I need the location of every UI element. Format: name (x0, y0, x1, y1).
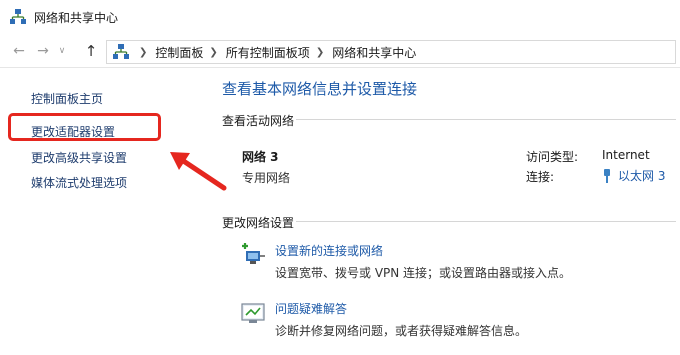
connection-name[interactable]: 以太网 3 (618, 167, 665, 184)
access-type-value: Internet (602, 148, 650, 162)
breadcrumb-separator-icon[interactable]: ❯ (209, 47, 217, 58)
sidebar-item-control-panel-home[interactable]: 控制面板主页 (31, 90, 103, 107)
new-connection-icon (242, 243, 265, 264)
back-arrow-icon[interactable]: ← (10, 42, 28, 60)
forward-arrow-icon[interactable]: → (34, 42, 52, 60)
network-center-icon (113, 44, 129, 59)
page-title: 查看基本网络信息并设置连接 (222, 80, 418, 98)
title-bar: 网络和共享中心 (0, 0, 680, 34)
setup-new-connection-link[interactable]: 设置新的连接或网络 (275, 242, 383, 259)
ethernet-icon (604, 168, 610, 183)
section-divider (296, 221, 676, 222)
window-title: 网络和共享中心 (34, 11, 119, 25)
breadcrumb-all-items[interactable]: 所有控制面板项 (226, 44, 310, 61)
task-new-connection: 设置新的连接或网络 设置宽带、拨号或 VPN 连接；或设置路由器或接入点。 (240, 242, 660, 282)
task-troubleshoot: 问题疑难解答 诊断并修复网络问题，或者获得疑难解答信息。 (240, 300, 660, 340)
connections-label: 连接: (526, 170, 555, 184)
active-networks-heading: 查看活动网络 (222, 114, 295, 128)
network-name: 网络 3 (242, 150, 279, 164)
connection-link[interactable]: 以太网 3 (602, 167, 665, 184)
network-center-icon (10, 9, 26, 24)
access-type-label: 访问类型: (526, 150, 579, 164)
troubleshoot-problems-link[interactable]: 问题疑难解答 (275, 300, 347, 317)
troubleshoot-icon (241, 303, 265, 323)
up-arrow-icon[interactable]: ↑ (82, 42, 100, 60)
breadcrumb-control-panel[interactable]: 控制面板 (155, 44, 203, 61)
sidebar: 控制面板主页 更改适配器设置 更改高级共享设置 媒体流式处理选项 (0, 68, 210, 355)
section-divider (296, 119, 676, 120)
task-description: 设置宽带、拨号或 VPN 连接；或设置路由器或接入点。 (275, 266, 572, 280)
address-bar[interactable]: ❯ 控制面板 ❯ 所有控制面板项 ❯ 网络和共享中心 (106, 40, 676, 64)
network-category[interactable]: 专用网络 (242, 169, 290, 186)
sidebar-item-advanced-sharing[interactable]: 更改高级共享设置 (31, 149, 127, 166)
breadcrumb-separator-icon[interactable]: ❯ (139, 47, 147, 58)
annotation-highlight-box (8, 113, 161, 141)
navigation-bar: ← → ∨ ↑ ❯ 控制面板 ❯ 所有控制面板项 ❯ 网络和共享中心 (0, 34, 680, 68)
breadcrumb-separator-icon[interactable]: ❯ (316, 47, 324, 58)
breadcrumb-network-center[interactable]: 网络和共享中心 (332, 44, 416, 61)
recent-locations-chevron-icon[interactable]: ∨ (56, 42, 68, 60)
change-settings-heading: 更改网络设置 (222, 216, 295, 230)
sidebar-item-media-streaming[interactable]: 媒体流式处理选项 (31, 174, 127, 191)
main-panel: 查看基本网络信息并设置连接 查看活动网络 网络 3 专用网络 访问类型: Int… (220, 68, 680, 355)
task-description: 诊断并修复网络问题，或者获得疑难解答信息。 (275, 324, 528, 338)
